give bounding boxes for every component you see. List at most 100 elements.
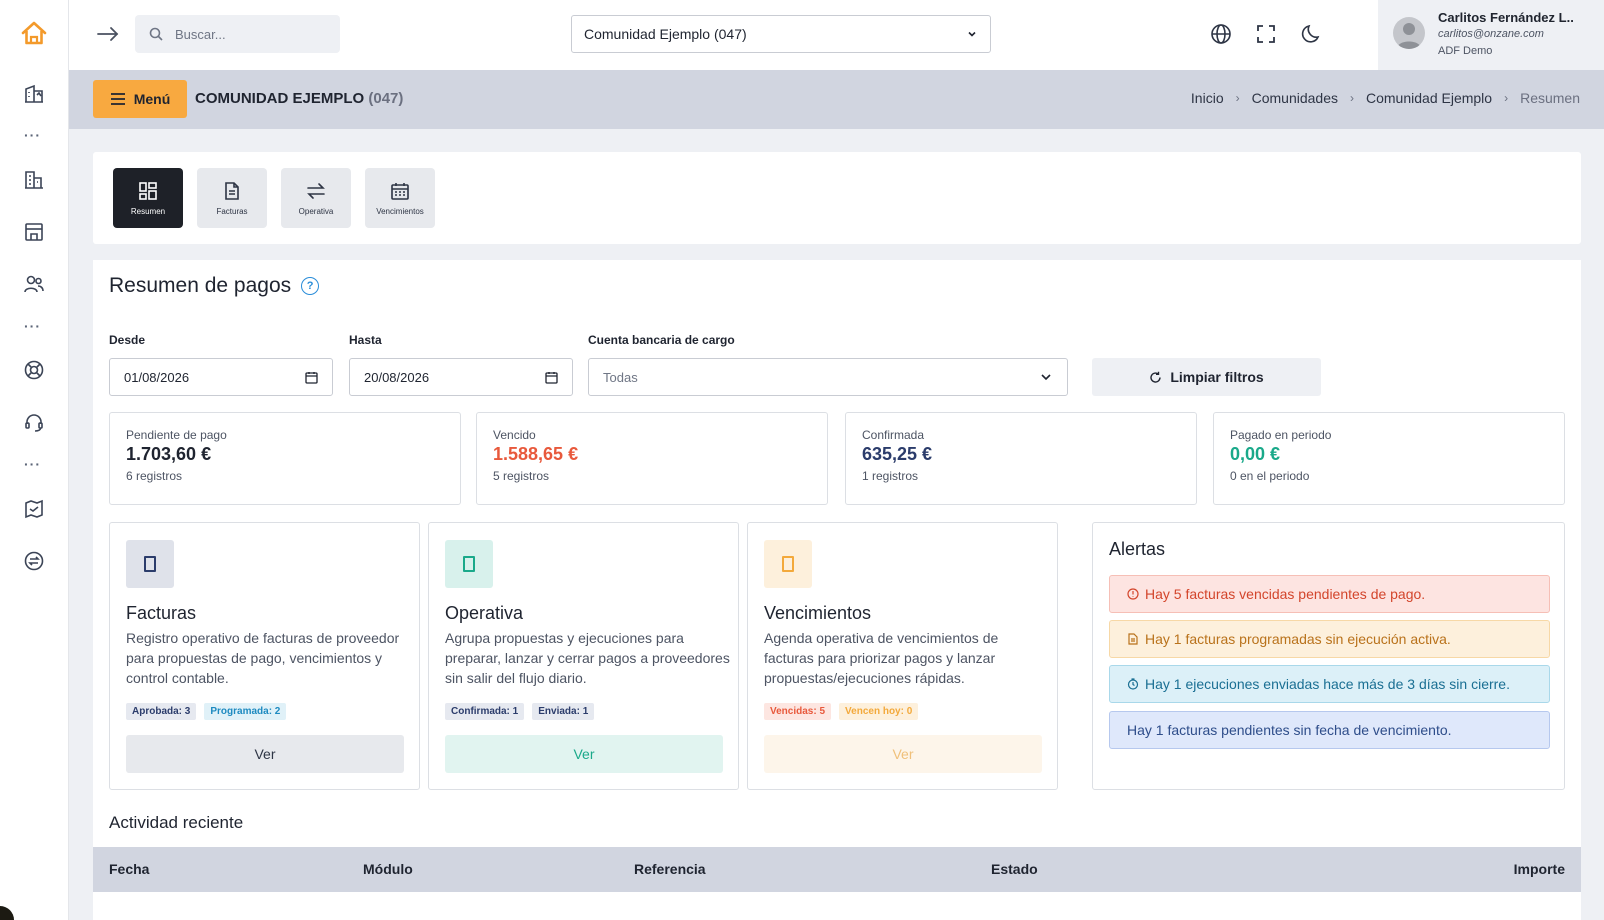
column-header-modulo[interactable]: Módulo — [363, 861, 413, 877]
module-facturas: Facturas Registro operativo de facturas … — [109, 522, 420, 790]
stat-pagado: Pagado en periodo 0,00 € 0 en el periodo — [1213, 412, 1565, 505]
buildings-icon[interactable] — [22, 168, 46, 192]
timer-icon — [1127, 678, 1139, 690]
chevron-right-icon: › — [1350, 91, 1354, 105]
alert-text: Hay 1 ejecuciones enviadas hace más de 3… — [1145, 676, 1510, 692]
breadcrumb-comunidades[interactable]: Comunidades — [1252, 90, 1338, 106]
module-title: Vencimientos — [764, 603, 872, 623]
from-date-input[interactable]: 01/08/2026 — [109, 358, 333, 396]
status-badge: Vencen hoy: 0 — [839, 703, 919, 720]
corner-decoration — [0, 906, 14, 920]
warning-icon — [1127, 588, 1139, 600]
column-header-fecha[interactable]: Fecha — [109, 861, 149, 877]
page-title-code: (047) — [368, 90, 404, 107]
map-icon[interactable] — [22, 497, 46, 521]
calendar-icon — [764, 540, 812, 588]
sidebar: ··· ··· ··· — [0, 0, 69, 920]
main-card: Resumen de pagos ? Desde Hasta Cuenta ba… — [93, 260, 1581, 920]
users-icon[interactable] — [22, 272, 46, 296]
account-label: Cuenta bancaria de cargo — [588, 333, 735, 347]
headset-icon[interactable] — [22, 410, 46, 434]
page-header: Menú COMUNIDAD EJEMPLO (047) Inicio › Co… — [69, 70, 1604, 129]
calendar-icon[interactable] — [545, 371, 558, 384]
menu-button[interactable]: Menú — [93, 80, 187, 118]
home-icon[interactable] — [20, 19, 48, 47]
ver-vencimientos-button[interactable]: Ver — [764, 735, 1042, 773]
stat-label: Confirmada — [862, 428, 925, 442]
stat-value: 1.588,65 € — [493, 444, 579, 464]
ver-operativa-button[interactable]: Ver — [445, 735, 723, 773]
exchange-icon — [445, 540, 493, 588]
document-icon — [126, 540, 174, 588]
clear-filters-button[interactable]: Limpiar filtros — [1092, 358, 1321, 396]
section-title: Resumen de pagos ? — [109, 274, 320, 298]
moon-icon[interactable] — [1300, 22, 1324, 46]
sidebar-more-icon[interactable]: ··· — [24, 457, 41, 471]
module-badges: Vencidas: 5 Vencen hoy: 0 — [764, 703, 919, 720]
hamburger-icon — [110, 92, 126, 106]
chevron-down-icon — [966, 28, 978, 40]
exchange-circle-icon[interactable] — [22, 549, 46, 573]
sidebar-more-icon[interactable]: ··· — [24, 319, 41, 333]
exchange-icon — [306, 181, 326, 201]
arrow-right-icon[interactable] — [95, 21, 121, 47]
community-select-value: Comunidad Ejemplo (047) — [584, 26, 747, 42]
column-header-referencia[interactable]: Referencia — [634, 861, 706, 877]
calendar-icon[interactable] — [305, 371, 318, 384]
search-icon — [149, 27, 163, 41]
page-title: COMUNIDAD EJEMPLO (047) — [195, 90, 403, 107]
breadcrumb-current: Resumen — [1520, 90, 1580, 106]
module-title: Operativa — [445, 603, 524, 623]
community-select[interactable]: Comunidad Ejemplo (047) — [571, 15, 991, 53]
avatar — [1393, 17, 1425, 49]
clear-filters-label: Limpiar filtros — [1170, 369, 1264, 385]
from-date-value: 01/08/2026 — [124, 369, 190, 385]
account-select[interactable]: Todas — [588, 358, 1068, 396]
module-desc: Agenda operativa de vencimientos de fact… — [764, 630, 999, 686]
globe-icon[interactable] — [1209, 22, 1233, 46]
stat-sub: 0 en el periodo — [1230, 469, 1310, 483]
sidebar-more-icon[interactable]: ··· — [24, 128, 41, 142]
status-badge: Enviada: 1 — [532, 703, 595, 720]
support-circle-icon[interactable] — [22, 358, 46, 382]
store-icon[interactable] — [22, 220, 46, 244]
status-badge: Vencidas: 5 — [764, 703, 832, 720]
stat-value: 1.703,60 € — [126, 444, 212, 464]
breadcrumb-comunidad[interactable]: Comunidad Ejemplo — [1366, 90, 1492, 106]
breadcrumb-inicio[interactable]: Inicio — [1191, 90, 1224, 106]
tab-vencimientos[interactable]: Vencimientos — [365, 168, 435, 228]
document-icon — [1127, 633, 1139, 645]
stat-pendiente: Pendiente de pago 1.703,60 € 6 registros — [109, 412, 461, 505]
user-org: ADF Demo — [1438, 45, 1493, 57]
to-date-input[interactable]: 20/08/2026 — [349, 358, 573, 396]
search-input[interactable]: Buscar... — [135, 15, 340, 53]
search-placeholder: Buscar... — [175, 26, 226, 42]
stat-value: 0,00 € — [1230, 444, 1281, 464]
tab-operativa[interactable]: Operativa — [281, 168, 351, 228]
ver-facturas-button[interactable]: Ver — [126, 735, 404, 773]
module-vencimientos: Vencimientos Agenda operativa de vencimi… — [747, 522, 1058, 790]
column-header-estado[interactable]: Estado — [991, 861, 1038, 877]
stat-vencido: Vencido 1.588,65 € 5 registros — [476, 412, 828, 505]
dashboard-icon — [138, 181, 158, 201]
refresh-icon — [1149, 371, 1162, 384]
chevron-right-icon: › — [1235, 91, 1240, 105]
chevron-right-icon: › — [1504, 91, 1509, 105]
calendar-icon — [390, 181, 410, 201]
alert-text: Hay 1 facturas programadas sin ejecución… — [1145, 631, 1451, 647]
tab-resumen[interactable]: Resumen — [113, 168, 183, 228]
stat-label: Pendiente de pago — [126, 428, 227, 442]
module-desc: Agrupa propuestas y ejecuciones para pre… — [445, 630, 730, 686]
recent-activity-title: Actividad reciente — [109, 813, 244, 832]
alerts-title: Alertas — [1109, 539, 1166, 559]
user-name: Carlitos Fernández L.. — [1438, 10, 1574, 25]
help-icon[interactable]: ? — [301, 277, 320, 295]
column-header-importe[interactable]: Importe — [1514, 861, 1565, 877]
tab-label: Resumen — [130, 206, 166, 216]
stat-sub: 5 registros — [493, 469, 550, 483]
building-chart-icon[interactable] — [22, 82, 46, 106]
tabs-card: Resumen Facturas Operativa Vencimientos — [93, 152, 1581, 244]
tab-facturas[interactable]: Facturas — [197, 168, 267, 228]
fullscreen-icon[interactable] — [1254, 22, 1278, 46]
user-menu[interactable]: Carlitos Fernández L.. carlitos@onzane.c… — [1378, 0, 1604, 70]
